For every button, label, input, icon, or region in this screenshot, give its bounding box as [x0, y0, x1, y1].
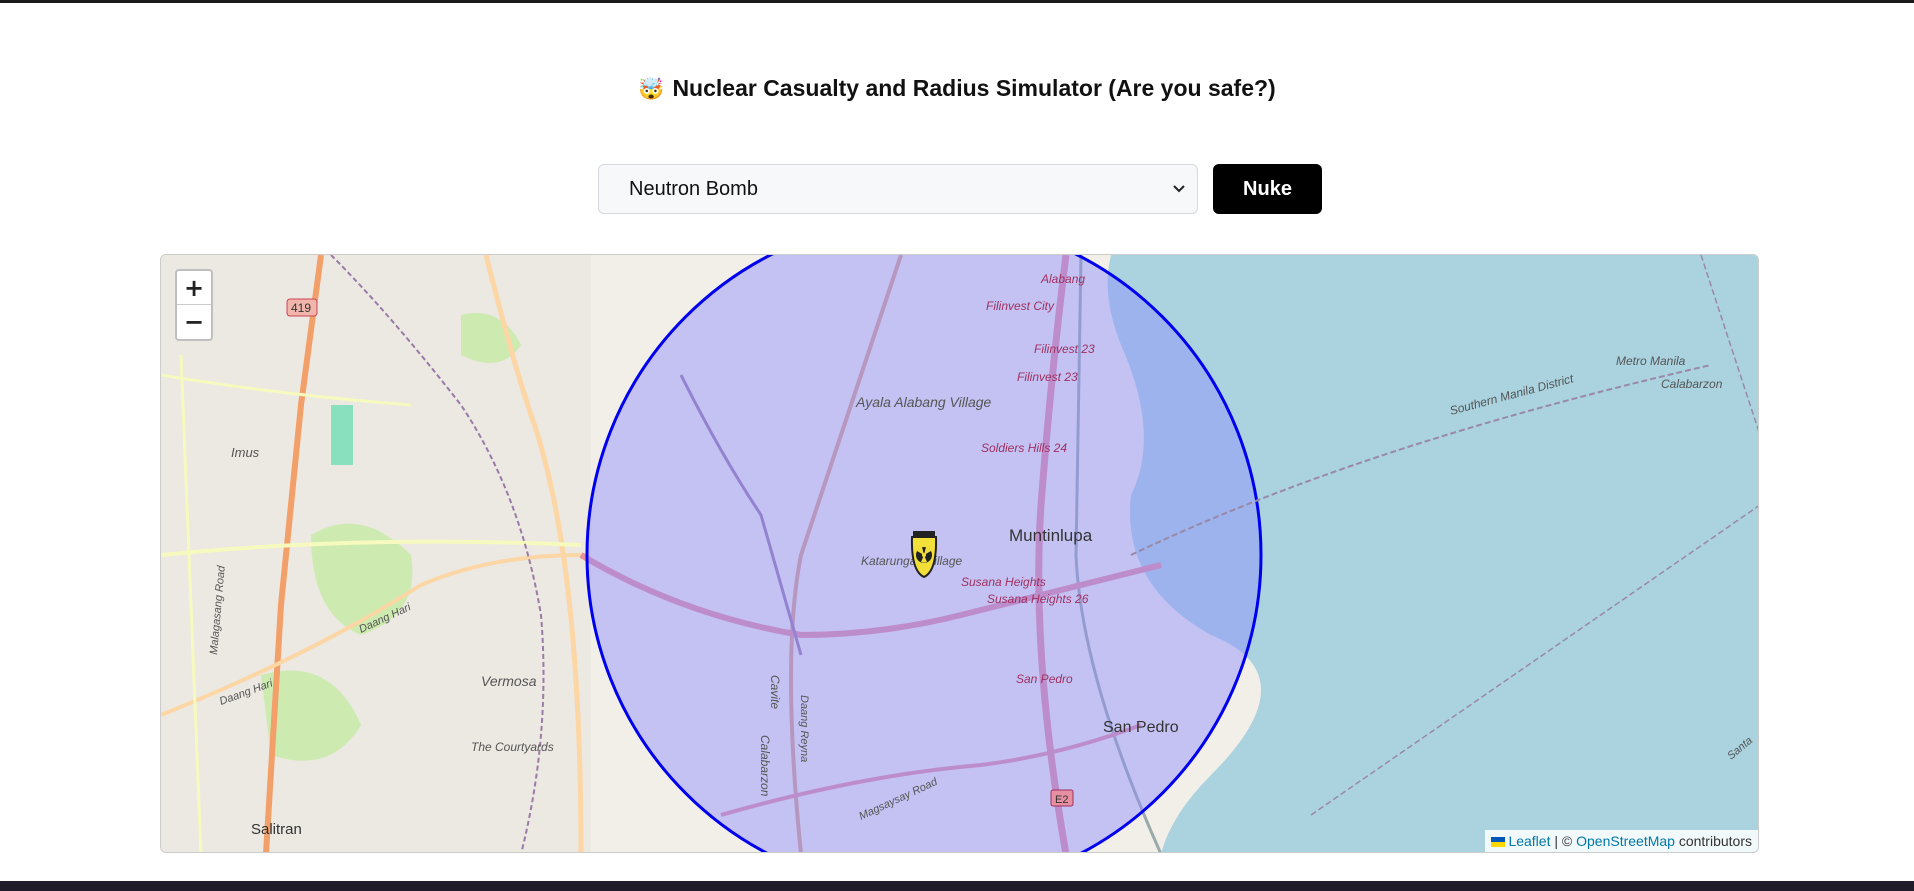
nuke-button[interactable]: Nuke — [1213, 164, 1322, 214]
attribution-contributors: contributors — [1678, 833, 1752, 849]
ukraine-flag-icon — [1491, 837, 1506, 847]
map-label-filinvest-city: Filinvest City — [986, 299, 1055, 313]
map-label-metro-manila: Metro Manila — [1616, 354, 1686, 368]
page-title: 🤯 Nuclear Casualty and Radius Simulator (… — [0, 72, 1914, 105]
map-label-imus: Imus — [231, 445, 260, 460]
map-label-the-courtyards: The Courtyards — [471, 740, 554, 754]
zoom-in-button[interactable]: + — [177, 271, 211, 305]
map-label-calabarzon-left: Calabarzon — [758, 735, 772, 797]
exploding-head-icon: 🤯 — [638, 77, 665, 101]
map-label-salitran: Salitran — [251, 821, 302, 838]
map-label-daang-reyna: Daang Reyna — [798, 695, 810, 762]
zoom-control: + − — [175, 269, 213, 341]
map-container[interactable]: 419 Imus Vermosa The Courtyards Salitran… — [160, 254, 1759, 853]
map-label-ayala-alabang: Ayala Alabang Village — [855, 394, 992, 410]
map-label-soldiers-hills: Soldiers Hills 24 — [981, 441, 1067, 455]
map-label-san-pedro-small: San Pedro — [1016, 672, 1073, 686]
map-label-419: 419 — [291, 301, 311, 315]
map-label-susana-heights-26: Susana Heights 26 — [987, 592, 1089, 606]
map-attribution: Leaflet | © OpenStreetMap contributors — [1485, 830, 1758, 852]
map-label-cavite: Cavite — [768, 675, 782, 709]
attribution-separator: | © — [1554, 833, 1573, 849]
leaflet-link[interactable]: Leaflet — [1508, 833, 1550, 849]
map-label-susana-heights: Susana Heights — [961, 575, 1046, 589]
page-title-text: Nuclear Casualty and Radius Simulator (A… — [672, 75, 1276, 101]
map-label-muntinlupa: Muntinlupa — [1009, 526, 1093, 545]
map-label-san-pedro: San Pedro — [1103, 719, 1179, 736]
map-label-vermosa: Vermosa — [481, 673, 537, 689]
bottom-bar — [0, 881, 1914, 891]
top-border — [0, 0, 1914, 3]
map-label-filinvest-23b: Filinvest 23 — [1017, 370, 1078, 384]
map-label-calabarzon-right: Calabarzon — [1661, 377, 1723, 391]
controls: Neutron Bomb Nuke — [598, 164, 1322, 214]
weapon-select[interactable]: Neutron Bomb — [599, 165, 1197, 213]
map-label-alabang: Alabang — [1040, 272, 1085, 286]
map-label-filinvest-23a: Filinvest 23 — [1034, 342, 1095, 356]
map-tiles[interactable]: 419 Imus Vermosa The Courtyards Salitran… — [161, 255, 1759, 853]
openstreetmap-link[interactable]: OpenStreetMap — [1576, 833, 1675, 849]
map-label-katarungan: Katarungan Village — [861, 554, 963, 568]
zoom-out-button[interactable]: − — [177, 305, 211, 339]
weapon-select-wrapper[interactable]: Neutron Bomb — [598, 164, 1198, 214]
map-label-e2: E2 — [1055, 794, 1068, 806]
